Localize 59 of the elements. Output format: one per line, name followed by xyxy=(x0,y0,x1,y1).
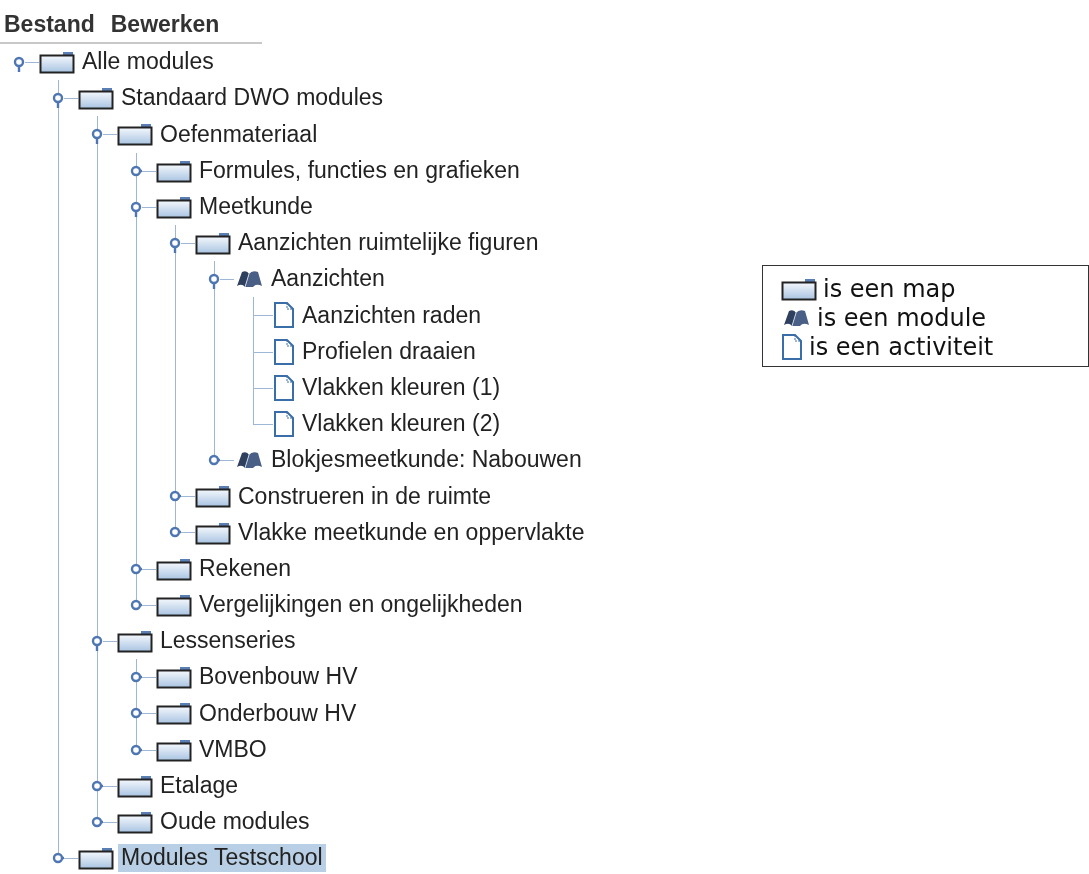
tree-item[interactable]: Modules Testschool xyxy=(118,844,326,872)
expanded-handle-icon[interactable] xyxy=(90,126,103,145)
book-icon xyxy=(781,307,811,328)
tree-item[interactable]: Meetkunde xyxy=(196,193,316,221)
tree-item[interactable]: Lessenseries xyxy=(157,627,299,655)
folder-icon xyxy=(156,592,192,617)
folder-icon xyxy=(117,810,153,835)
menu-item[interactable]: Bestand xyxy=(4,6,95,42)
document-icon xyxy=(273,337,295,366)
menu-item[interactable]: Bewerken xyxy=(110,6,220,42)
folder-icon xyxy=(195,520,231,545)
tree-item[interactable]: Vergelijkingen en ongelijkheden xyxy=(196,591,526,619)
tree-item[interactable]: Construeren in de ruimte xyxy=(235,482,495,511)
tree-item[interactable]: Bovenbouw HV xyxy=(196,663,361,692)
tree-item[interactable]: Vlakken kleuren (2) xyxy=(299,410,504,438)
book-icon xyxy=(234,450,264,471)
tree-item[interactable]: Oefenmateriaal xyxy=(157,120,321,149)
book-icon xyxy=(234,269,264,290)
tree-item[interactable]: Formules, functies en grafieken xyxy=(196,156,523,185)
folder-icon xyxy=(156,194,192,219)
tree-item[interactable]: Vlakke meetkunde en oppervlakte xyxy=(235,518,588,547)
tree-item[interactable]: Aanzichten ruimtelijke figuren xyxy=(235,229,542,257)
tree-item[interactable]: Alle modules xyxy=(79,48,217,76)
document-icon xyxy=(273,301,295,330)
tree-item[interactable]: Profielen draaien xyxy=(299,337,479,366)
folder-icon xyxy=(156,158,192,183)
folder-icon xyxy=(156,701,192,726)
expanded-handle-icon[interactable] xyxy=(90,633,103,651)
expanded-handle-icon[interactable] xyxy=(207,271,220,290)
folder-icon xyxy=(195,484,231,509)
document-icon xyxy=(781,332,803,361)
folder-icon xyxy=(195,231,231,256)
folder-icon xyxy=(156,556,192,581)
folder-icon xyxy=(117,773,153,798)
expanded-handle-icon[interactable] xyxy=(51,90,64,109)
tree-item[interactable]: Etalage xyxy=(157,772,241,800)
tree-item[interactable]: Vlakken kleuren (1) xyxy=(299,374,504,402)
folder-icon xyxy=(39,50,75,75)
folder-icon xyxy=(156,665,192,690)
tree-item[interactable]: VMBO xyxy=(196,735,270,764)
tree-item[interactable]: Rekenen xyxy=(196,554,295,583)
folder-icon xyxy=(78,846,114,871)
tree-item[interactable]: Standaard DWO modules xyxy=(118,84,387,113)
tree-item[interactable]: Oude modules xyxy=(157,808,313,836)
folder-icon xyxy=(781,276,817,301)
tree-item[interactable]: Onderbouw HV xyxy=(196,699,360,728)
document-icon xyxy=(273,409,295,438)
folder-icon xyxy=(78,86,114,111)
folder-icon xyxy=(117,629,153,654)
tree-item[interactable]: Aanzichten xyxy=(268,265,388,293)
folder-icon xyxy=(156,737,192,762)
folder-icon xyxy=(117,122,153,147)
tree-item[interactable]: Aanzichten raden xyxy=(299,301,484,330)
tree-item[interactable]: Blokjesmeetkunde: Nabouwen xyxy=(268,446,585,474)
legend-text: is een module xyxy=(817,302,987,334)
legend-text: is een map xyxy=(823,273,956,305)
expanded-handle-icon[interactable] xyxy=(12,54,25,72)
document-icon xyxy=(273,373,295,402)
legend-text: is een activiteit xyxy=(809,331,994,363)
